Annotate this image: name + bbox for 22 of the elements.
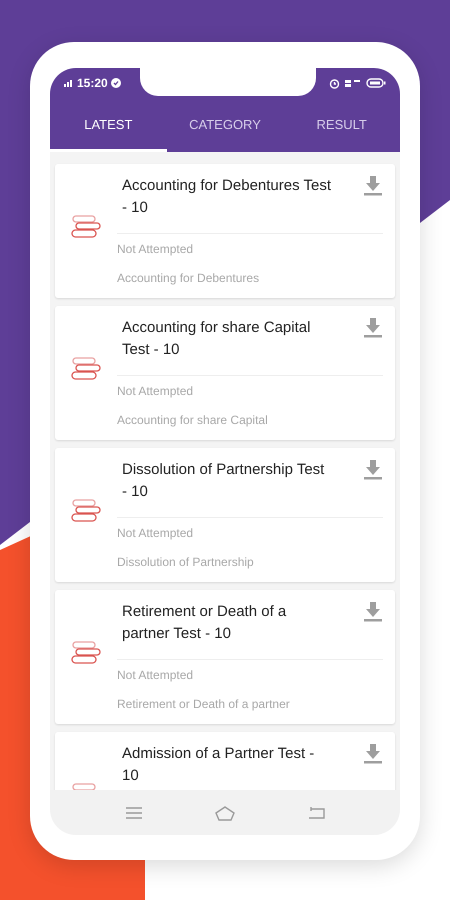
test-card[interactable]: Admission of a Partner Test - 10 — [55, 732, 395, 790]
test-title: Dissolution of Partnership Test - 10 — [121, 460, 326, 502]
test-title: Retirement or Death of a partner Test - 10 — [121, 602, 288, 644]
test-card[interactable]: Accounting for Debentures Test - 10 Not Attempted Accounting for Debentures — [55, 164, 395, 298]
test-title: Accounting for share Capital Test - 10 — [121, 318, 312, 360]
test-title: Admission of a Partner Test - 10 — [121, 744, 316, 786]
test-status: Not Attempted — [117, 525, 194, 542]
test-status: Not Attempted — [117, 383, 194, 400]
test-subject: Accounting for share Capital — [117, 412, 269, 429]
tab[interactable]: CATEGORY — [166, 98, 284, 152]
test-card[interactable]: Accounting for share Capital Test - 10 Not Attempted Accounting for share Capital — [55, 306, 395, 440]
test-status: Not Attempted — [117, 241, 194, 258]
test-subject: Dissolution of Partnership — [117, 554, 255, 571]
test-subject: Accounting for Debentures — [117, 270, 260, 287]
status-time: 15:20 — [77, 75, 108, 92]
tab[interactable]: RESULT — [283, 98, 400, 152]
test-card[interactable]: Dissolution of Partnership Test - 10 Not Attempted Dissolution of Partnership — [55, 448, 395, 582]
test-card[interactable]: Retirement or Death of a partner Test - 10 Not Attempted Retirement or Death of a partner — [55, 590, 395, 724]
tab[interactable]: LATEST — [50, 98, 167, 152]
test-status: Not Attempted — [117, 667, 194, 684]
test-title: Accounting for Debentures Test - 10 — [121, 176, 332, 218]
test-subject: Retirement or Death of a partner — [117, 696, 291, 713]
